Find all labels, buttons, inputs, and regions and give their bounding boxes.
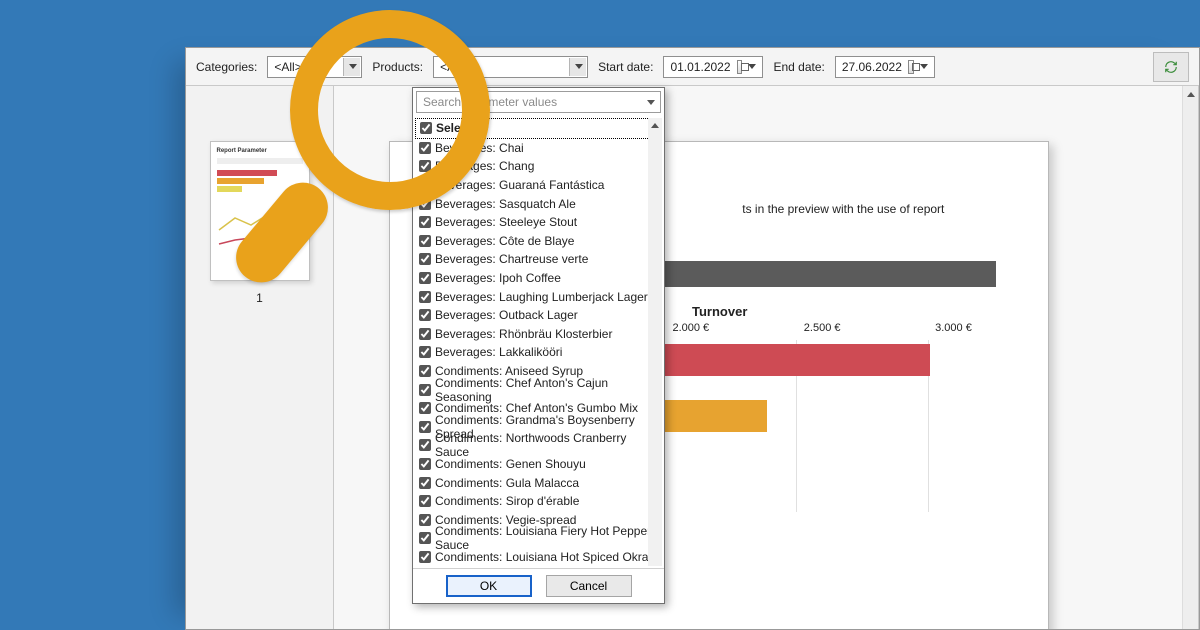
cancel-button[interactable]: Cancel [546, 575, 632, 597]
select-all-checkbox[interactable] [420, 122, 432, 134]
app-body: Report Parameter 1 Yo ts in the preview … [186, 86, 1199, 629]
dropdown-item[interactable]: Condiments: Louisiana Hot Spiced Okra [415, 548, 662, 567]
preview-scrollbar[interactable] [1182, 86, 1198, 629]
products-label: Products: [372, 60, 423, 74]
page-thumbnail[interactable]: Report Parameter [210, 141, 310, 281]
app-window: Categories: <All> Products: <All> Start … [185, 47, 1200, 630]
mini-line-chart [217, 210, 297, 250]
dropdown-item[interactable]: Condiments: Gula Malacca [415, 473, 662, 492]
products-combo[interactable]: <All> [433, 56, 588, 78]
calendar-icon [908, 60, 914, 74]
end-date-label: End date: [773, 60, 824, 74]
item-checkbox[interactable] [419, 198, 431, 210]
dropdown-buttons: OK Cancel [413, 568, 664, 603]
refresh-icon [1164, 60, 1178, 74]
dropdown-item[interactable]: Beverages: Outback Lager [415, 306, 662, 325]
item-checkbox[interactable] [419, 477, 431, 489]
chart-title: Turnover [692, 304, 747, 319]
dropdown-scrollbar[interactable] [648, 118, 662, 566]
thumbnail-page-number: 1 [256, 291, 263, 305]
item-checkbox[interactable] [419, 402, 431, 414]
item-checkbox[interactable] [419, 160, 431, 172]
item-checkbox[interactable] [419, 179, 431, 191]
item-checkbox[interactable] [419, 365, 431, 377]
thumbnail-panel: Report Parameter 1 [186, 86, 334, 629]
item-checkbox[interactable] [419, 532, 431, 544]
dropdown-item[interactable]: Condiments: Sirop d'érable [415, 492, 662, 511]
item-checkbox[interactable] [419, 346, 431, 358]
start-date-label: Start date: [598, 60, 653, 74]
chevron-down-icon [349, 64, 357, 69]
item-checkbox[interactable] [419, 328, 431, 340]
categories-label: Categories: [196, 60, 257, 74]
dropdown-item[interactable]: Condiments: Chef Anton's Cajun Seasoning [415, 380, 662, 399]
dropdown-item[interactable]: Condiments: Louisiana Fiery Hot Pepper S… [415, 529, 662, 548]
products-dropdown-popup: Search parameter values Select all Bever… [412, 87, 665, 604]
chevron-down-icon [748, 64, 756, 69]
scroll-up-icon[interactable] [1183, 86, 1198, 102]
item-checkbox[interactable] [419, 235, 431, 247]
refresh-button[interactable] [1153, 52, 1189, 82]
calendar-icon [737, 60, 743, 74]
select-all-item[interactable]: Select all [416, 119, 661, 138]
start-date-input[interactable]: 01.01.2022 [663, 56, 763, 78]
dropdown-item[interactable]: Condiments: Northwoods Cranberry Sauce [415, 436, 662, 455]
item-checkbox[interactable] [419, 253, 431, 265]
dropdown-item[interactable]: Beverages: Laughing Lumberjack Lager [415, 287, 662, 306]
dropdown-search-input[interactable]: Search parameter values [416, 91, 661, 113]
scroll-up-icon[interactable] [648, 118, 662, 132]
dropdown-item[interactable]: Beverages: Côte de Blaye [415, 232, 662, 251]
dropdown-item[interactable]: Beverages: Chartreuse verte [415, 250, 662, 269]
categories-combo[interactable]: <All> [267, 56, 362, 78]
item-checkbox[interactable] [419, 384, 431, 396]
item-checkbox[interactable] [419, 291, 431, 303]
ok-button[interactable]: OK [446, 575, 532, 597]
item-checkbox[interactable] [419, 309, 431, 321]
item-checkbox[interactable] [419, 514, 431, 526]
dropdown-item[interactable]: Beverages: Ipoh Coffee [415, 269, 662, 288]
item-checkbox[interactable] [419, 272, 431, 284]
axis-tick-label: 2.500 € [795, 322, 850, 334]
dropdown-item[interactable]: Beverages: Rhönbräu Klosterbier [415, 325, 662, 344]
item-checkbox[interactable] [419, 458, 431, 470]
dropdown-list: Select all Beverages: ChaiBeverages: Cha… [413, 116, 664, 568]
parameter-toolbar: Categories: <All> Products: <All> Start … [186, 48, 1199, 86]
item-checkbox[interactable] [419, 216, 431, 228]
chevron-down-icon [920, 64, 928, 69]
dropdown-item[interactable]: Beverages: Lakkalikööri [415, 343, 662, 362]
dropdown-item[interactable]: Beverages: Chai [415, 139, 662, 158]
axis-tick-label: 3.000 € [926, 322, 981, 334]
dropdown-item[interactable]: Beverages: Sasquatch Ale [415, 194, 662, 213]
item-checkbox[interactable] [419, 439, 431, 451]
axis-tick-label: 2.000 € [663, 322, 718, 334]
item-checkbox[interactable] [419, 421, 431, 433]
dropdown-item[interactable]: Beverages: Chang [415, 157, 662, 176]
end-date-input[interactable]: 27.06.2022 [835, 56, 935, 78]
dropdown-item[interactable]: Beverages: Steeleye Stout [415, 213, 662, 232]
item-checkbox[interactable] [419, 551, 431, 563]
dropdown-item[interactable]: Beverages: Guaraná Fantástica [415, 176, 662, 195]
chevron-down-icon [575, 64, 583, 69]
item-checkbox[interactable] [419, 142, 431, 154]
item-checkbox[interactable] [419, 495, 431, 507]
